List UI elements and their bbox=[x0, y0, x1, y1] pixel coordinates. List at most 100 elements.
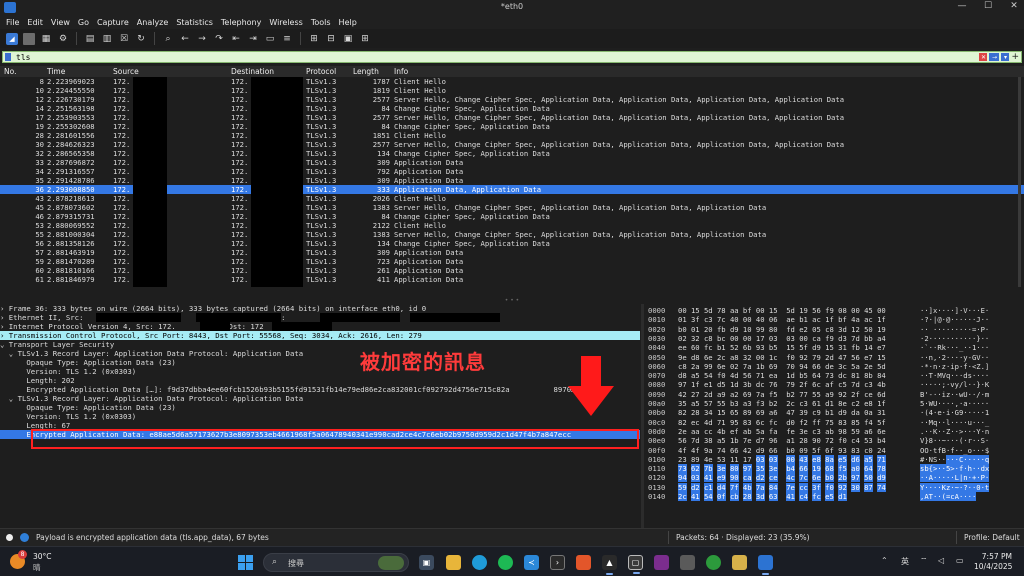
line-chat-icon[interactable] bbox=[706, 555, 721, 570]
pane-divider[interactable] bbox=[641, 304, 644, 528]
hex-row[interactable]: 00c0 82 ec 4d 71 95 83 6c fc d0 f2 ff 75 … bbox=[646, 418, 1024, 427]
column-info[interactable]: Info bbox=[394, 67, 408, 76]
menu-go[interactable]: Go bbox=[78, 18, 89, 27]
detail-row[interactable]: Version: TLS 1.2 (0x0303) bbox=[0, 367, 640, 376]
clock-time[interactable]: 7:57 PM bbox=[976, 552, 1012, 561]
terminal-icon[interactable]: › bbox=[550, 555, 565, 570]
detail-row[interactable]: Length: 202 bbox=[0, 376, 640, 385]
hex-row[interactable]: 0040 ee 60 fc b1 52 6b 93 b5 15 5f d9 15 … bbox=[646, 343, 1024, 352]
wireshark-taskbar-icon[interactable] bbox=[758, 555, 773, 575]
first-packet-icon[interactable]: ⇤ bbox=[230, 33, 242, 45]
go-forward-icon[interactable]: → bbox=[196, 33, 208, 45]
go-back-icon[interactable]: ← bbox=[179, 33, 191, 45]
volume-icon[interactable]: ◁ bbox=[938, 556, 944, 565]
hex-row[interactable]: 0020 b0 01 20 fb d9 10 99 80 fd e2 05 c8 … bbox=[646, 325, 1024, 334]
stop-capture-icon[interactable] bbox=[23, 32, 35, 45]
weather-condition[interactable]: 晴 bbox=[33, 562, 41, 573]
menu-telephony[interactable]: Telephony bbox=[221, 18, 261, 27]
detail-row[interactable]: ⌄ TLSv1.3 Record Layer: Application Data… bbox=[0, 349, 640, 358]
column-source[interactable]: Source bbox=[113, 67, 139, 76]
app-icon[interactable] bbox=[680, 555, 695, 570]
normal-size-icon[interactable]: ▣ bbox=[342, 33, 354, 45]
display-filter-input[interactable]: tls bbox=[16, 53, 979, 62]
hex-row[interactable]: 0030 02 32 c8 bc 00 00 17 03 03 00 ca f9 … bbox=[646, 334, 1024, 343]
hex-row[interactable]: 00e0 56 7d 38 a5 1b 7e d7 96 a1 28 90 72 … bbox=[646, 436, 1024, 445]
detail-row[interactable]: Encrypted Application Data […]: f9d37dbb… bbox=[0, 385, 640, 394]
detail-row[interactable]: Opaque Type: Application Data (23) bbox=[0, 403, 640, 412]
pane-splitter[interactable]: • • • bbox=[500, 298, 524, 304]
colorize-icon[interactable]: ≡ bbox=[281, 33, 293, 45]
open-file-icon[interactable]: ▤ bbox=[84, 33, 96, 45]
menu-help[interactable]: Help bbox=[339, 18, 357, 27]
hex-row[interactable]: 0110 73 62 7b 3e 80 97 35 3e b4 66 19 68 … bbox=[646, 464, 1024, 474]
app-icon[interactable] bbox=[576, 555, 591, 570]
hex-row[interactable]: 0060 c8 2a 99 6e 02 7a 1b 69 70 94 66 de … bbox=[646, 362, 1024, 371]
profile-selector[interactable]: Profile: Default bbox=[964, 533, 1020, 542]
go-to-packet-icon[interactable]: ↷ bbox=[213, 33, 225, 45]
close-button[interactable]: ✕ bbox=[1008, 1, 1020, 11]
task-view-icon[interactable]: ▣ bbox=[419, 555, 434, 570]
hex-row[interactable]: 0050 9e d8 6e 2c a8 32 00 1c f0 92 79 2d … bbox=[646, 353, 1024, 362]
edge-browser-icon[interactable] bbox=[472, 555, 487, 570]
app-icon[interactable] bbox=[654, 555, 669, 570]
column-no[interactable]: No. bbox=[4, 67, 16, 76]
column-time[interactable]: Time bbox=[47, 67, 65, 76]
menu-view[interactable]: View bbox=[51, 18, 70, 27]
hex-row[interactable]: 0090 42 27 2d a9 a2 69 7a f5 b2 77 55 a9 … bbox=[646, 390, 1024, 399]
menu-file[interactable]: File bbox=[6, 18, 19, 27]
battery-icon[interactable]: ▭ bbox=[956, 556, 964, 565]
zoom-in-icon[interactable]: ⊞ bbox=[308, 33, 320, 45]
bookmark-icon[interactable] bbox=[5, 53, 11, 61]
menu-edit[interactable]: Edit bbox=[27, 18, 43, 27]
hex-row[interactable]: 0100 23 89 4e 53 11 17 03 03 00 43 e8 8a … bbox=[646, 454, 1024, 464]
detail-row[interactable]: ⌄ TLSv1.3 Record Layer: Application Data… bbox=[0, 394, 640, 403]
resize-columns-icon[interactable]: ⊞ bbox=[359, 33, 371, 45]
restart-capture-icon[interactable]: ▦ bbox=[40, 33, 52, 45]
code-window-icon[interactable]: ▢ bbox=[628, 555, 643, 574]
detail-row[interactable]: › Ethernet II, Src: ( ), Dst: ( ) bbox=[0, 313, 640, 322]
hex-row[interactable]: 0070 d8 a5 54 f0 4d 56 71 ea 1d b5 64 73 … bbox=[646, 371, 1024, 380]
detail-row[interactable]: Version: TLS 1.2 (0x0303) bbox=[0, 412, 640, 421]
vscode-icon[interactable]: ≺ bbox=[524, 555, 539, 570]
taskbar-search[interactable]: ⌕ 搜尋 bbox=[263, 553, 409, 572]
packet-bytes-pane[interactable]: 0000 00 15 5d 78 aa bf 00 15 5d 19 56 f9 … bbox=[646, 304, 1024, 528]
recent-filters-icon[interactable]: ▾ bbox=[1001, 53, 1010, 61]
apply-filter-icon[interactable]: → bbox=[989, 53, 1000, 61]
start-button-icon[interactable] bbox=[238, 555, 253, 570]
menu-wireless[interactable]: Wireless bbox=[269, 18, 302, 27]
save-file-icon[interactable]: ▥ bbox=[101, 33, 113, 45]
find-packet-icon[interactable]: ⌕ bbox=[162, 33, 174, 45]
packet-details-pane[interactable]: › Frame 36: 333 bytes on wire (2664 bits… bbox=[0, 304, 640, 528]
detail-row[interactable]: › Frame 36: 333 bytes on wire (2664 bits… bbox=[0, 304, 640, 313]
detail-row[interactable]: ⌄ Transport Layer Security bbox=[0, 340, 640, 349]
last-packet-icon[interactable]: ⇥ bbox=[247, 33, 259, 45]
menu-tools[interactable]: Tools bbox=[311, 18, 331, 27]
hex-row[interactable]: 0000 00 15 5d 78 aa bf 00 15 5d 19 56 f9 … bbox=[646, 306, 1024, 315]
column-destination[interactable]: Destination bbox=[231, 67, 274, 76]
column-length[interactable]: Length bbox=[353, 67, 379, 76]
hex-row[interactable]: 0140 2c 41 54 0f cb 28 3d 63 41 c4 fc e5 … bbox=[646, 492, 1024, 501]
hex-row[interactable]: 0080 97 1f e1 d5 1d 3b dc 76 79 2f 6c af … bbox=[646, 380, 1024, 389]
app-icon[interactable] bbox=[732, 555, 747, 570]
file-explorer-icon[interactable] bbox=[446, 555, 461, 570]
menu-capture[interactable]: Capture bbox=[97, 18, 129, 27]
menu-statistics[interactable]: Statistics bbox=[176, 18, 213, 27]
packet-list-scrollbar[interactable] bbox=[1018, 77, 1021, 287]
display-filter-bar[interactable]: tls ✕ → ▾ + bbox=[2, 51, 1022, 63]
clear-filter-icon[interactable]: ✕ bbox=[979, 53, 988, 61]
autoscroll-icon[interactable]: ▭ bbox=[264, 33, 276, 45]
column-protocol[interactable]: Protocol bbox=[306, 67, 336, 76]
hex-row[interactable]: 0120 94 03 41 e9 90 ca d2 ce 4c 7c 6e b0 … bbox=[646, 473, 1024, 483]
maximize-button[interactable]: ☐ bbox=[982, 1, 994, 11]
close-file-icon[interactable]: ☒ bbox=[118, 33, 130, 45]
hex-row[interactable]: 00d0 2e aa cc 4b ef ab 5a fa fe 3e c3 ab … bbox=[646, 427, 1024, 436]
clock-date[interactable]: 10/4/2025 bbox=[974, 562, 1012, 571]
input-method-indicator[interactable]: 英 bbox=[901, 556, 909, 567]
menu-analyze[interactable]: Analyze bbox=[137, 18, 169, 27]
reload-file-icon[interactable]: ↻ bbox=[135, 33, 147, 45]
hex-row[interactable]: 0130 59 d2 c1 d4 7f 4b 7a 84 7e cc 3f f0 … bbox=[646, 482, 1024, 492]
minimize-button[interactable]: — bbox=[956, 1, 968, 11]
network-icon[interactable]: ⌔ bbox=[920, 556, 928, 566]
hex-row[interactable]: 00f0 4f 4f 9a 74 66 42 d9 66 b0 09 5f 6f … bbox=[646, 446, 1024, 455]
tray-overflow-icon[interactable]: ⌃ bbox=[881, 556, 888, 565]
